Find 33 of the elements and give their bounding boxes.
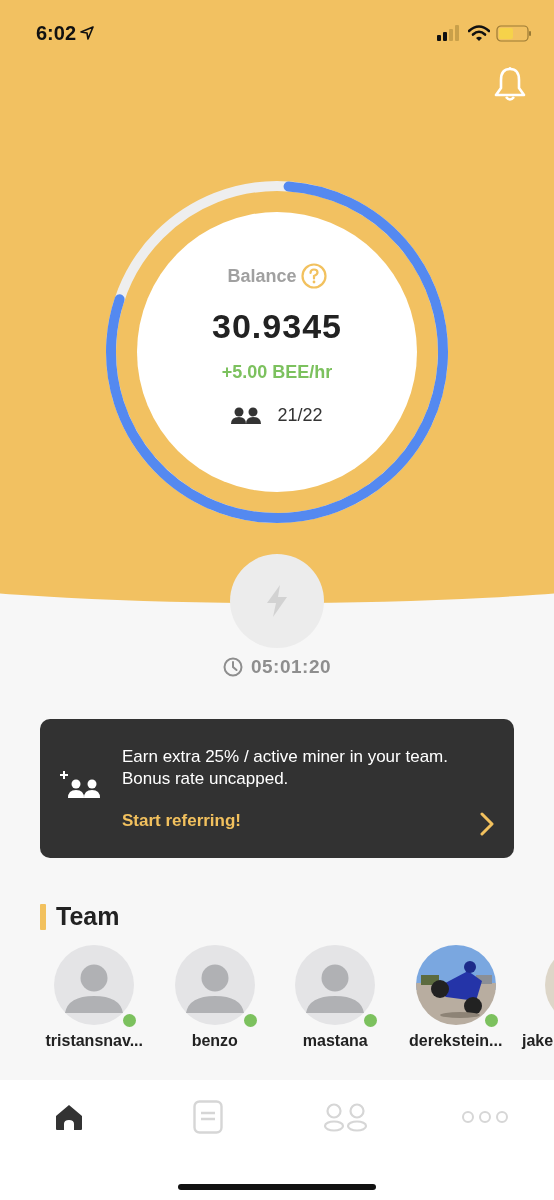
help-icon[interactable] xyxy=(300,263,327,289)
mining-rate: +5.00 BEE/hr xyxy=(221,362,333,383)
chevron-right-icon xyxy=(480,812,494,836)
people-icon xyxy=(323,1102,370,1132)
avatar-placeholder[interactable] xyxy=(174,945,255,1025)
referral-message: Earn extra 25% / active miner in your team. Bonus rate uncapped. xyxy=(122,746,449,790)
wifi-icon xyxy=(468,25,490,41)
member-name: tristansnav... xyxy=(45,1032,143,1050)
countdown-timer: 05:01:20 xyxy=(250,656,332,678)
avatar-placeholder[interactable] xyxy=(54,945,135,1025)
member-name: derekstein... xyxy=(409,1032,503,1050)
member-name: benzo xyxy=(191,1032,238,1050)
member-name: mastana xyxy=(302,1032,368,1050)
team-count: 21/22 xyxy=(277,405,323,426)
member-name: jake xyxy=(522,1032,554,1050)
location-arrow-icon xyxy=(80,26,95,40)
home-icon xyxy=(54,1102,85,1132)
people-icon xyxy=(231,406,262,425)
balance-label: Balance xyxy=(227,265,297,287)
notification-bell-icon[interactable] xyxy=(493,66,527,102)
lightning-icon xyxy=(264,584,290,618)
battery-icon xyxy=(496,24,532,42)
more-icon xyxy=(460,1110,509,1124)
clock-icon xyxy=(222,657,243,677)
status-time: 6:02 xyxy=(36,21,77,45)
balance-amount: 30.9345 xyxy=(212,307,342,346)
team-heading: Team xyxy=(56,902,120,931)
avatar-placeholder[interactable] xyxy=(295,945,376,1025)
section-accent-bar xyxy=(40,903,46,930)
referral-card[interactable]: Earn extra 25% / active miner in your team. Bonus rate uncapped. Start referring! xyxy=(40,719,514,858)
start-referring-link[interactable]: Start referring! xyxy=(122,811,242,831)
signal-icon xyxy=(437,25,462,41)
document-icon xyxy=(192,1100,223,1134)
